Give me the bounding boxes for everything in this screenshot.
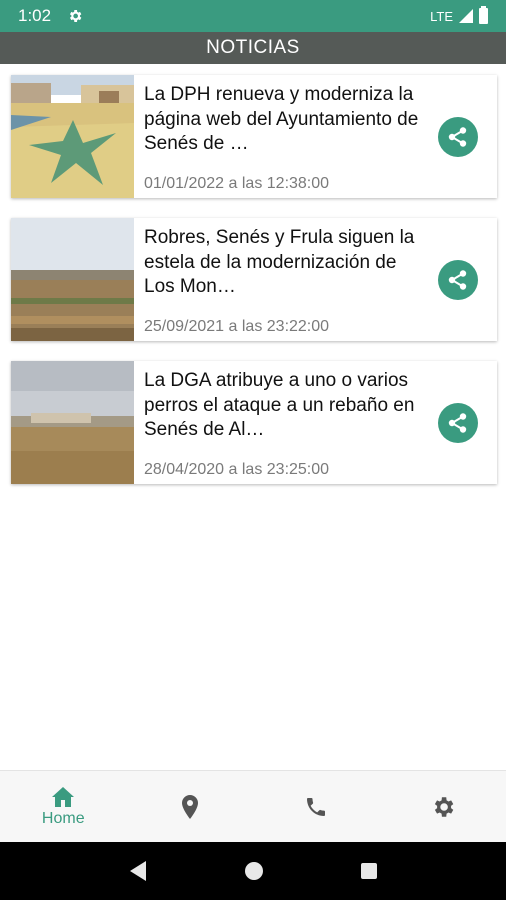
nav-home-label: Home — [41, 809, 85, 827]
share-icon — [448, 270, 467, 290]
nav-location[interactable] — [127, 771, 254, 842]
news-date: 28/04/2020 a las 23:25:00 — [144, 461, 330, 478]
location-pin-icon — [181, 794, 198, 819]
news-title: La DGA atribuye a uno o varios perros el… — [144, 370, 415, 440]
bottom-navigation: Home — [0, 770, 506, 842]
recents-icon[interactable] — [360, 862, 378, 880]
home-icon — [52, 786, 75, 807]
back-icon[interactable] — [128, 860, 148, 882]
phone-icon — [307, 797, 326, 816]
news-card[interactable]: La DPH renueva y moderniza la página web… — [11, 75, 497, 198]
news-title: La DPH renueva y moderniza la página web… — [144, 84, 419, 154]
news-card[interactable]: Robres, Senés y Frula siguen la estela d… — [11, 218, 497, 341]
news-thumbnail — [11, 218, 134, 341]
nav-phone[interactable] — [253, 771, 380, 842]
gear-icon — [434, 796, 454, 817]
news-card[interactable]: La DGA atribuye a uno o varios perros el… — [11, 361, 497, 484]
share-button[interactable] — [438, 117, 478, 157]
news-thumbnail — [11, 75, 134, 198]
news-date: 01/01/2022 a las 12:38:00 — [144, 175, 330, 192]
share-button[interactable] — [438, 403, 478, 443]
system-navigation-bar — [0, 842, 506, 900]
news-title: Robres, Senés y Frula siguen la estela d… — [144, 227, 415, 297]
news-list: La DPH renueva y moderniza la página web… — [11, 75, 497, 504]
home-circle-icon[interactable] — [244, 861, 264, 881]
app-bar: NOTICIAS — [0, 32, 506, 64]
news-date: 25/09/2021 a las 23:22:00 — [144, 318, 330, 335]
news-thumbnail — [11, 361, 134, 484]
share-button[interactable] — [438, 260, 478, 300]
status-bar: 1:02 LTE — [0, 0, 506, 32]
nav-home[interactable]: Home — [0, 771, 127, 842]
status-time: 1:02 — [18, 6, 52, 25]
settings-status-icon — [70, 10, 82, 22]
share-icon — [448, 127, 467, 147]
nav-settings[interactable] — [380, 771, 506, 842]
network-type: LTE — [430, 8, 453, 24]
signal-icon — [459, 9, 473, 23]
battery-icon — [479, 6, 488, 24]
share-icon — [448, 413, 467, 433]
page-title: NOTICIAS — [206, 37, 300, 58]
